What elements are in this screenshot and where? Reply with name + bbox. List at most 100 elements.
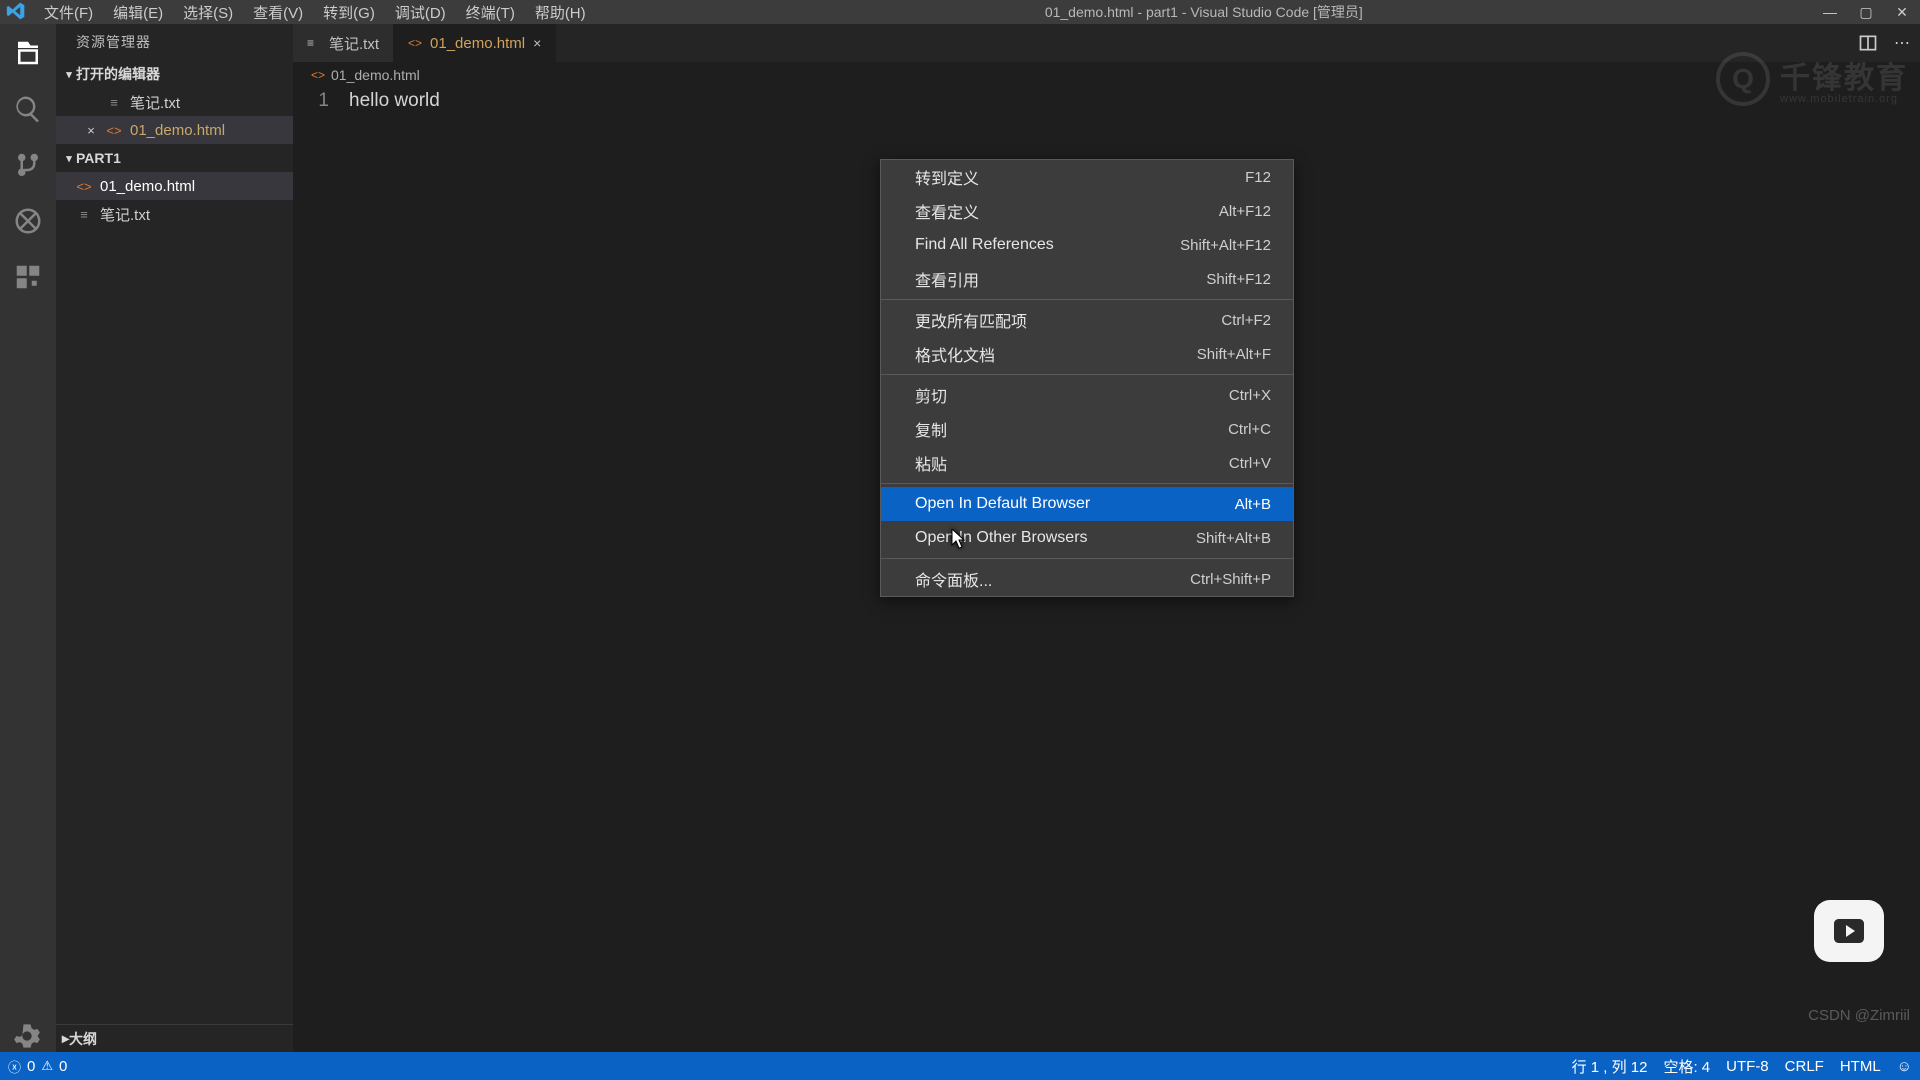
explorer-icon[interactable] [13,38,43,68]
minimize-button[interactable]: — [1812,4,1848,21]
video-play-button[interactable] [1814,900,1884,962]
text-file-icon: ≡ [307,36,321,50]
code-text[interactable]: hello world [349,90,440,112]
tab-label: 01_demo.html [430,35,525,52]
menu-debug[interactable]: 调试(D) [385,2,456,23]
context-menu-separator [881,483,1293,484]
menu-file[interactable]: 文件(F) [34,2,103,23]
warning-count[interactable]: 0 [59,1058,67,1075]
context-menu-item[interactable]: Open In Default BrowserAlt+B [881,487,1293,521]
html-file-icon: <> [76,179,92,194]
context-menu-shortcut: Ctrl+F2 [1221,312,1271,329]
open-editors-section[interactable]: ▾ 打开的编辑器 [56,60,293,88]
search-icon[interactable] [13,94,43,124]
context-menu-label: Open In Other Browsers [915,529,1088,547]
breadcrumb[interactable]: <> 01_demo.html [293,62,1920,88]
context-menu-shortcut: Alt+F12 [1219,203,1271,220]
html-file-icon: <> [106,123,122,138]
context-menu-item[interactable]: Find All ReferencesShift+Alt+F12 [881,228,1293,262]
context-menu-shortcut: Ctrl+Shift+P [1190,571,1271,588]
status-language[interactable]: HTML [1840,1058,1881,1075]
menu-help[interactable]: 帮助(H) [525,2,596,23]
context-menu-shortcut: Ctrl+C [1228,421,1271,438]
context-menu-label: 粘贴 [915,451,947,475]
status-eol[interactable]: CRLF [1785,1058,1824,1075]
open-editors-label: 打开的编辑器 [76,64,160,84]
file-label: 01_demo.html [130,122,225,139]
file-tree-item[interactable]: <> 01_demo.html [56,172,293,200]
vscode-logo-icon [6,1,28,23]
context-menu-item[interactable]: 格式化文档Shift+Alt+F [881,337,1293,371]
error-count[interactable]: 0 [27,1058,35,1075]
chevron-down-icon: ▾ [62,68,76,81]
close-icon[interactable]: × [84,123,98,138]
file-label: 01_demo.html [100,178,195,195]
context-menu-label: 转到定义 [915,165,979,189]
context-menu-shortcut: Shift+Alt+F12 [1180,237,1271,254]
context-menu-item[interactable]: 复制 Ctrl+C [881,412,1293,446]
menu-go[interactable]: 转到(G) [313,2,385,23]
menu-selection[interactable]: 选择(S) [173,2,243,23]
status-encoding[interactable]: UTF-8 [1726,1058,1769,1075]
context-menu-shortcut: Ctrl+V [1229,455,1271,472]
tab-close-icon[interactable]: × [533,35,541,51]
context-menu-shortcut: Ctrl+X [1229,387,1271,404]
file-label: 笔记.txt [130,92,180,113]
title-bar: 文件(F) 编辑(E) 选择(S) 查看(V) 转到(G) 调试(D) 终端(T… [0,0,1920,24]
chevron-right-icon: ▸ [62,1030,69,1047]
more-actions-icon[interactable]: ⋯ [1890,31,1914,55]
context-menu-item[interactable]: 查看定义 Alt+F12 [881,194,1293,228]
project-section[interactable]: ▾ PART1 [56,144,293,172]
menu-terminal[interactable]: 终端(T) [456,2,525,23]
tab-file[interactable]: ≡ 笔记.txt [293,24,394,62]
context-menu-label: 查看引用 [915,267,979,291]
context-menu-item[interactable]: 粘贴 Ctrl+V [881,446,1293,480]
context-menu-item[interactable]: 查看引用Shift+F12 [881,262,1293,296]
warning-icon[interactable]: ⚠ [41,1058,53,1074]
debug-icon[interactable] [13,206,43,236]
file-tree-item[interactable]: ≡ 笔记.txt [56,200,293,228]
menu-view[interactable]: 查看(V) [243,2,313,23]
context-menu-label: Open In Default Browser [915,495,1090,513]
tab-file[interactable]: <> 01_demo.html × [394,24,556,62]
context-menu-item[interactable]: Open In Other Browsers Shift+Alt+B [881,521,1293,555]
context-menu-item[interactable]: 转到定义 F12 [881,160,1293,194]
project-label: PART1 [76,150,121,166]
tab-label: 笔记.txt [329,33,379,54]
context-menu-item[interactable]: 剪切Ctrl+X [881,378,1293,412]
context-menu-label: 复制 [915,417,947,441]
source-control-icon[interactable] [13,150,43,180]
context-menu-separator [881,558,1293,559]
chevron-down-icon: ▾ [62,152,76,165]
context-menu-separator [881,299,1293,300]
status-cursor-pos[interactable]: 行 1 , 列 12 [1572,1056,1648,1077]
sidebar-title: 资源管理器 [56,24,293,60]
activity-bar [0,24,56,1052]
status-indent[interactable]: 空格: 4 [1663,1056,1710,1077]
maximize-button[interactable]: ▢ [1848,4,1884,21]
feedback-icon[interactable]: ☺ [1897,1058,1912,1075]
context-menu-shortcut: Shift+Alt+B [1196,530,1271,547]
extensions-icon[interactable] [13,262,43,292]
context-menu-item[interactable]: 命令面板... Ctrl+Shift+P [881,562,1293,596]
breadcrumb-label: 01_demo.html [331,67,420,83]
error-icon[interactable]: ⓧ [8,1057,21,1076]
close-button[interactable]: ✕ [1884,4,1920,21]
code-line: 1 hello world [293,90,1920,112]
context-menu-separator [881,374,1293,375]
sidebar-explorer: 资源管理器 ▾ 打开的编辑器 ≡ 笔记.txt × <> 01_demo.htm… [56,24,293,1052]
context-menu-label: 命令面板... [915,567,992,591]
status-bar: ⓧ 0 ⚠ 0 行 1 , 列 12 空格: 4 UTF-8 CRLF HTML… [0,1052,1920,1080]
context-menu-label: 格式化文档 [915,342,995,366]
open-editor-item[interactable]: × <> 01_demo.html [56,116,293,144]
menu-edit[interactable]: 编辑(E) [103,2,173,23]
menu-bar: 文件(F) 编辑(E) 选择(S) 查看(V) 转到(G) 调试(D) 终端(T… [34,2,596,23]
context-menu-shortcut: F12 [1245,169,1271,186]
text-file-icon: ≡ [106,95,122,110]
settings-gear-icon[interactable] [13,1022,43,1052]
outline-section[interactable]: ▸ 大纲 [56,1024,293,1052]
open-editor-item[interactable]: ≡ 笔记.txt [56,88,293,116]
split-editor-icon[interactable] [1856,31,1880,55]
context-menu-item[interactable]: 更改所有匹配项Ctrl+F2 [881,303,1293,337]
context-menu-label: 查看定义 [915,199,979,223]
